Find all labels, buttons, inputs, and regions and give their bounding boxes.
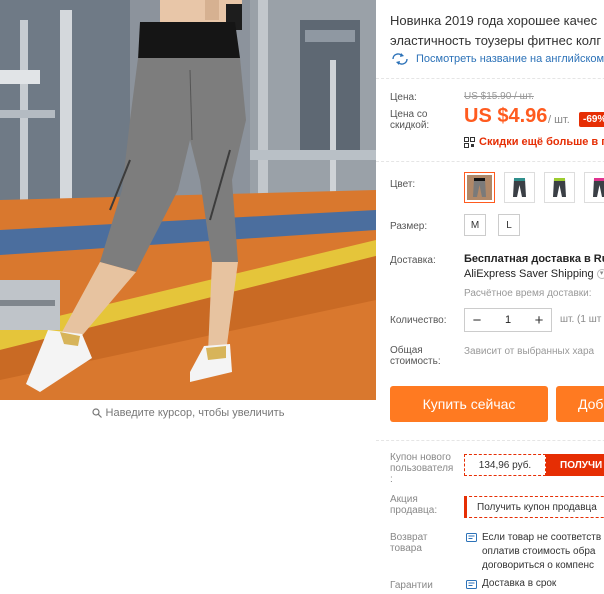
returns-text: Если товар не соответств оплатив стоимос… [482, 531, 601, 573]
increase-quantity-button[interactable]: + [527, 309, 551, 331]
return-policy-icon [466, 533, 477, 542]
shipping-estimate: Расчётное время доставки: [464, 288, 592, 299]
buy-now-button[interactable]: Купить сейчас [390, 386, 548, 422]
discount-price-label-line-2: скидкой: [390, 120, 430, 131]
new-user-coupon-label-line-3: : [390, 474, 393, 485]
more-discounts-text: Скидки ещё больше в пр [479, 136, 604, 148]
shipping-method[interactable]: AliExpress Saver Shipping ▾ [464, 268, 604, 280]
returns-label: Возврат товара [390, 532, 428, 554]
chevron-down-icon[interactable]: ▾ [596, 269, 604, 280]
new-user-coupon-label-line-1: Купон нового [390, 452, 451, 463]
total-label-line-1: Общая [390, 345, 423, 356]
zoom-hint-text: Наведите курсор, чтобы увеличить [105, 407, 285, 419]
translate-link-text: Посмотреть название на английском [416, 53, 604, 65]
guarantees-label: Гарантии [390, 580, 433, 591]
add-to-cart-button[interactable]: Доб [556, 386, 604, 422]
new-user-coupon-label-line-2: пользователя [390, 463, 454, 474]
returns-label-line-2: товара [390, 543, 422, 554]
color-swatch-pink[interactable] [584, 172, 604, 203]
shipping-label: Доставка: [390, 255, 436, 266]
current-price: US $4.96 [464, 105, 548, 127]
seller-promo-label-line-2: продавца: [390, 505, 438, 516]
seller-coupon-button[interactable]: Получить купон продавца [464, 496, 604, 518]
discount-price-label-line-1: Цена со [390, 109, 428, 120]
color-label: Цвет: [390, 179, 416, 190]
returns-text-line-1: Если товар не соответств [482, 532, 602, 543]
color-swatch-image [467, 175, 492, 200]
color-swatch-image [547, 175, 572, 200]
total-label: Общая стоимость: [390, 345, 441, 367]
quantity-stepper: − 1 + [464, 308, 552, 332]
total-label-line-2: стоимость: [390, 356, 441, 367]
total-value: Зависит от выбранных хара [464, 346, 595, 357]
divider [376, 440, 604, 441]
shipping-method-text: AliExpress Saver Shipping [464, 268, 594, 280]
size-option-l[interactable]: L [498, 214, 520, 236]
translate-link[interactable]: Посмотреть название на английском [390, 52, 604, 66]
returns-text-line-3: договориться о компенс [482, 560, 595, 571]
divider [376, 78, 604, 79]
quantity-label: Количество: [390, 315, 447, 326]
decrease-quantity-button[interactable]: − [465, 309, 489, 331]
guarantees-text: Доставка в срок [482, 578, 557, 589]
shipping-title: Бесплатная доставка в Ru [464, 253, 604, 265]
color-swatch-lime[interactable] [544, 172, 575, 203]
magnifier-icon [91, 408, 102, 418]
color-swatch-image [587, 175, 604, 200]
old-price: US $15.90 / шт. [464, 91, 534, 102]
discount-badge: -69% [579, 112, 604, 127]
quantity-input[interactable]: 1 [489, 314, 527, 326]
more-discounts-link[interactable]: Скидки ещё больше в пр [464, 136, 604, 148]
zoom-hint: Наведите курсор, чтобы увеличить [0, 404, 376, 422]
size-option-m[interactable]: M [464, 214, 486, 236]
color-swatch-teal[interactable] [504, 172, 535, 203]
product-photo [0, 0, 376, 400]
seller-promo-label-line-1: Акция [390, 494, 418, 505]
color-swatch-image [507, 175, 532, 200]
returns-text-line-2: оплатив стоимость обра [482, 546, 596, 557]
returns-label-line-1: Возврат [390, 532, 428, 543]
price-label: Цена: [390, 92, 417, 103]
translate-icon [392, 53, 408, 65]
seller-promo-label: Акция продавца: [390, 494, 437, 516]
product-title: Новинка 2019 года хорошее качес эластичн… [390, 11, 604, 51]
title-line-2: эластичность тоузеры фитнес колг [390, 33, 602, 48]
get-coupon-button[interactable]: ПОЛУЧИ [546, 454, 604, 476]
delivery-guarantee-icon [466, 580, 477, 589]
qr-code-icon [464, 136, 475, 148]
new-user-coupon-label: Купон нового пользователя : [390, 452, 453, 485]
quantity-unit: шт. (1 шт [560, 314, 602, 325]
product-image[interactable] [0, 0, 376, 400]
product-info-panel: Новинка 2019 года хорошее качес эластичн… [376, 0, 604, 594]
price-unit: / шт. [548, 114, 570, 126]
color-swatch-gray[interactable] [464, 172, 495, 203]
title-line-1: Новинка 2019 года хорошее качес [390, 13, 598, 28]
discount-price-label: Цена со скидкой: [390, 109, 429, 131]
size-label: Размер: [390, 221, 428, 232]
new-user-coupon-value: 134,96 руб. [464, 454, 546, 476]
divider [376, 161, 604, 162]
